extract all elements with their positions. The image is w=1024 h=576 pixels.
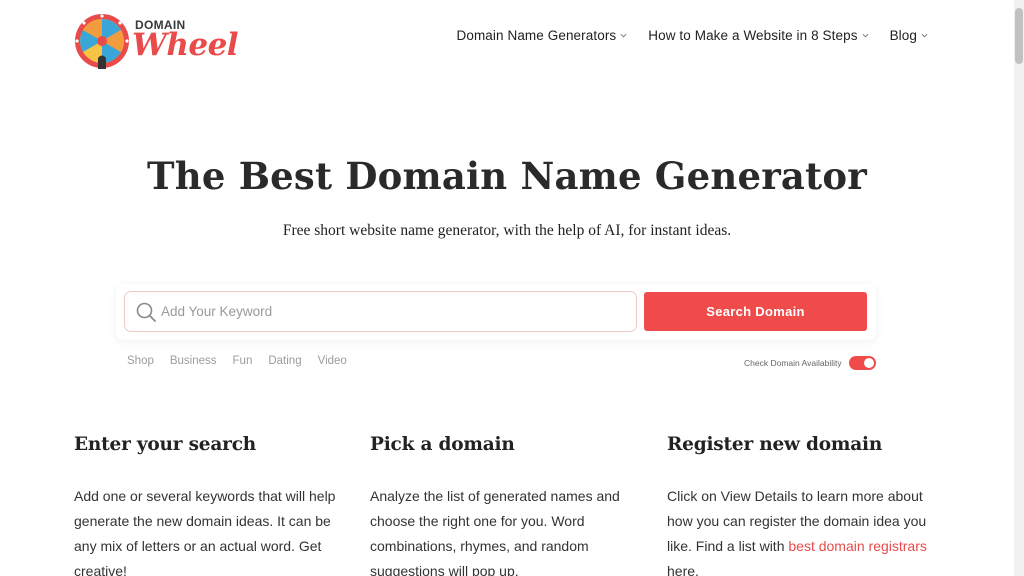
nav-item-domain-name-generators[interactable]: Domain Name Generators	[457, 28, 628, 43]
step-description: Analyze the list of generated names and …	[370, 488, 620, 576]
search-icon	[136, 302, 156, 322]
suggestion-tag-shop[interactable]: Shop	[127, 355, 154, 367]
step-title: Enter your search	[74, 434, 257, 455]
availability-check: Check Domain Availability	[744, 356, 876, 370]
scrollbar-thumb[interactable]	[1015, 8, 1023, 64]
step-description: Click on View Details to learn more abou…	[667, 484, 937, 576]
search-input[interactable]	[161, 292, 631, 330]
availability-label: Check Domain Availability	[744, 358, 842, 368]
step-title: Register new domain	[667, 434, 883, 455]
nav-item-blog[interactable]: Blog	[890, 28, 928, 43]
logo-text-big: Wheel	[132, 27, 239, 63]
page-subtitle: Free short website name generator, with …	[282, 222, 732, 239]
chevron-down-icon	[620, 33, 627, 38]
step-title: Pick a domain	[370, 434, 515, 455]
step-pick-domain: Pick a domain Analyze the list of genera…	[370, 434, 650, 576]
nav-item-how-to-make-website[interactable]: How to Make a Website in 8 Steps	[648, 28, 869, 43]
chevron-down-icon	[862, 33, 869, 38]
step-text-after: here.	[667, 563, 699, 576]
nav-item-label: How to Make a Website in 8 Steps	[648, 28, 858, 43]
suggestion-tag-video[interactable]: Video	[318, 355, 347, 367]
search-panel: Search Domain	[116, 284, 876, 340]
nav-item-label: Domain Name Generators	[456, 28, 617, 43]
site-header: DOMAIN Wheel Domain Name Generators How …	[0, 0, 1014, 76]
best-domain-registrars-link[interactable]: best domain registrars	[788, 538, 927, 554]
step-enter-search: Enter your search Add one or several key…	[74, 434, 354, 576]
availability-toggle[interactable]	[848, 356, 876, 370]
keyword-suggestions: Shop Business Fun Dating Video	[127, 355, 363, 367]
suggestion-tag-business[interactable]: Business	[170, 355, 217, 367]
suggestion-tag-fun[interactable]: Fun	[233, 355, 253, 367]
suggestion-tag-dating[interactable]: Dating	[268, 355, 301, 367]
wheel-logo-icon	[75, 14, 129, 69]
page-scrollbar[interactable]	[1014, 0, 1024, 576]
toggle-knob	[863, 358, 874, 368]
search-domain-button[interactable]: Search Domain	[644, 292, 867, 331]
chevron-down-icon	[921, 33, 928, 38]
site-logo[interactable]: DOMAIN Wheel	[74, 13, 244, 73]
page-title: The Best Domain Name Generator	[147, 154, 867, 198]
step-register-domain: Register new domain Click on View Detail…	[667, 434, 947, 576]
step-description: Add one or several keywords that will he…	[74, 488, 336, 576]
nav-item-label: Blog	[889, 28, 917, 43]
main-nav: Domain Name Generators How to Make a Web…	[436, 28, 929, 43]
search-field[interactable]	[124, 291, 637, 332]
